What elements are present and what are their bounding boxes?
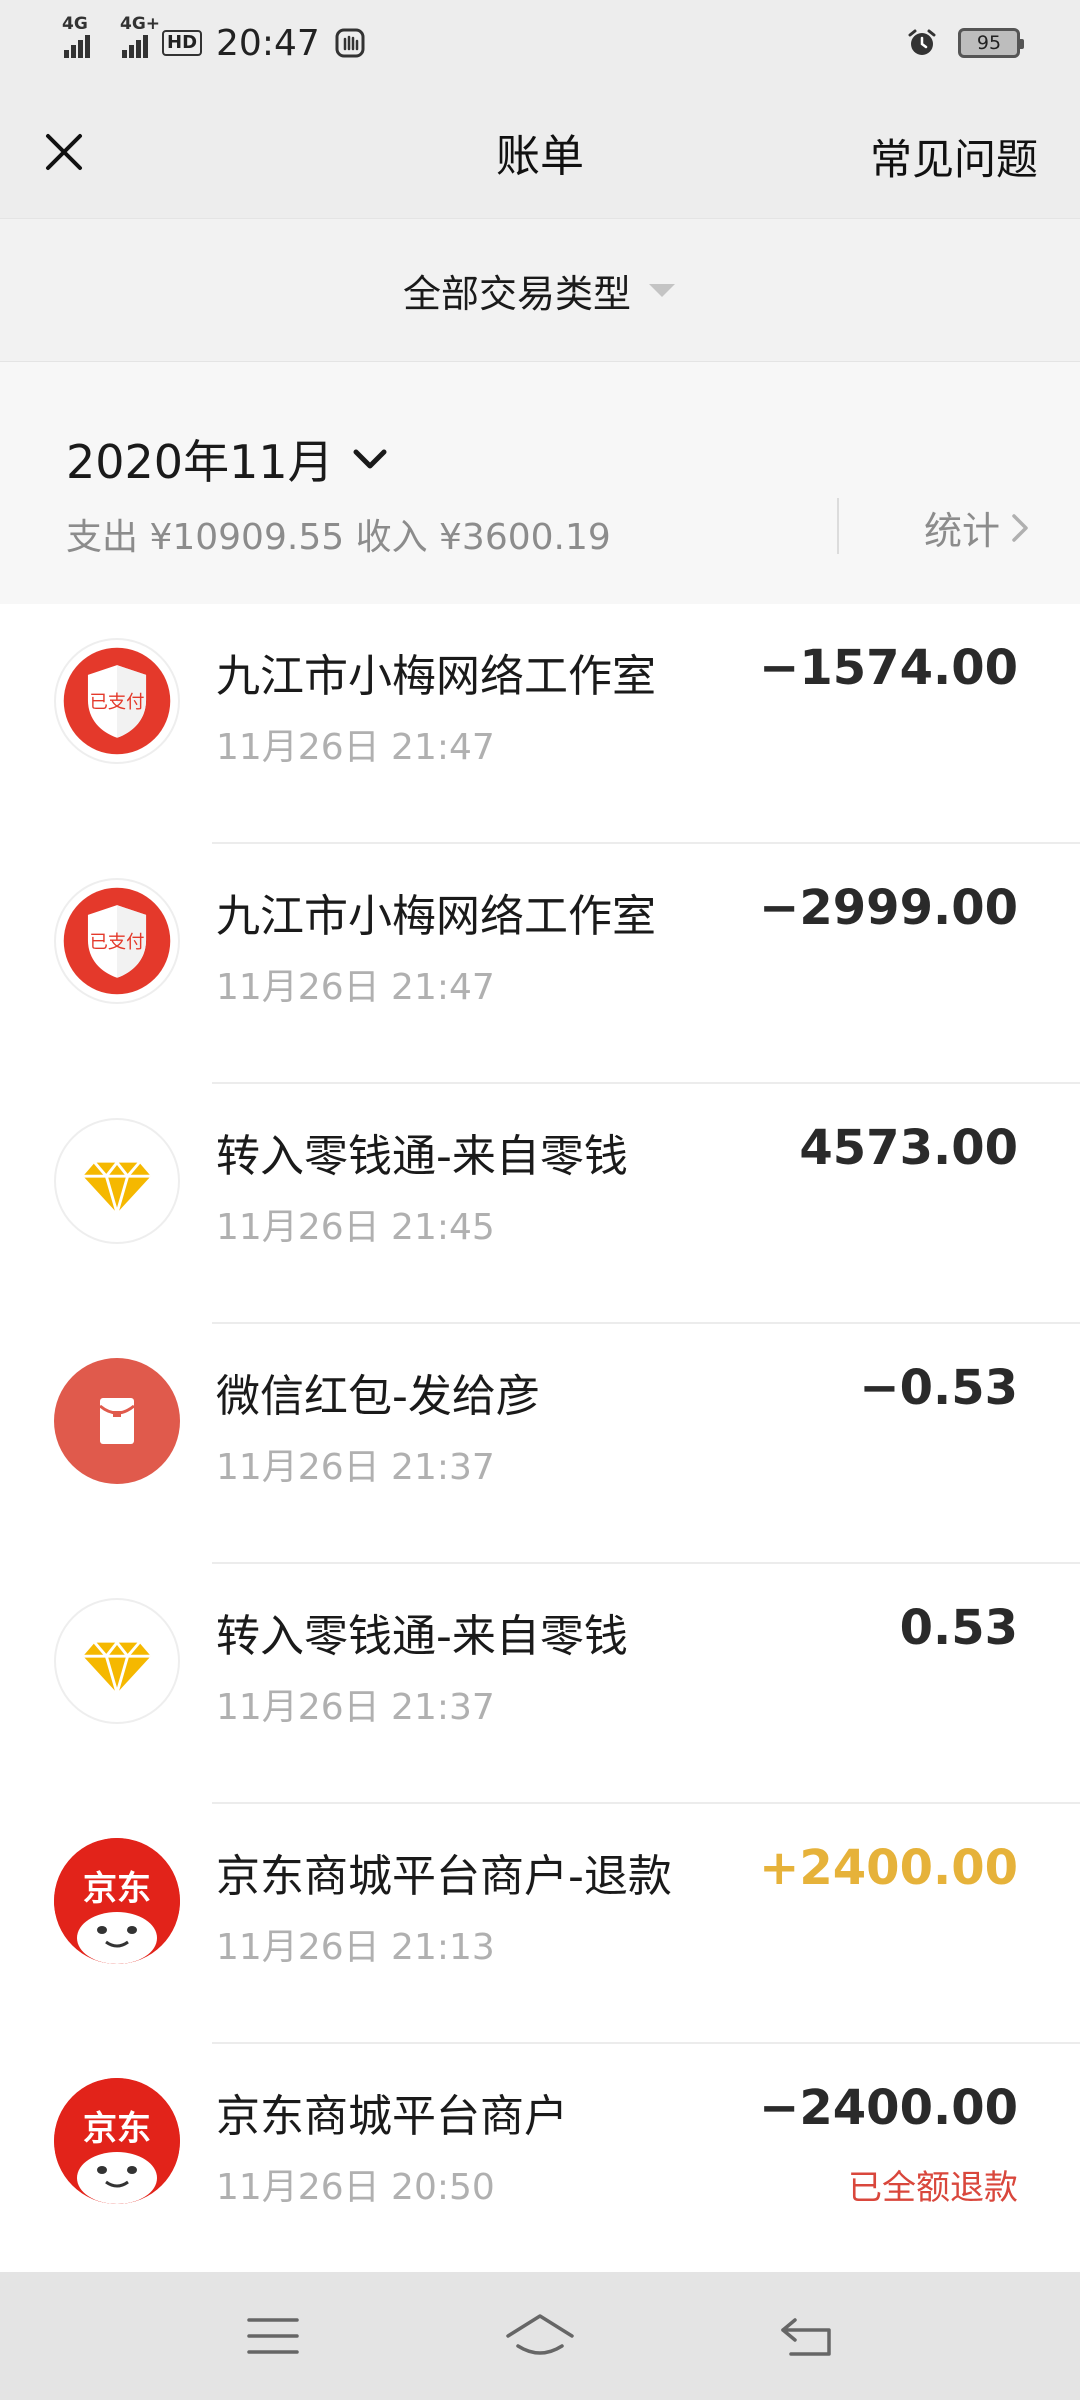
menu-button[interactable] — [223, 2296, 323, 2376]
back-button[interactable] — [757, 2296, 857, 2376]
status-time: 20:47 — [216, 22, 320, 64]
page-title: 账单 — [496, 131, 584, 182]
close-icon — [46, 134, 82, 170]
transaction-amount: +2400.00 — [759, 1840, 1018, 1896]
transaction-time: 11月26日 21:45 — [216, 1207, 495, 1248]
month-selector[interactable]: 2020年11月 — [66, 426, 388, 492]
system-nav-bar — [0, 2272, 1080, 2400]
transaction-title: 转入零钱通-来自零钱 — [216, 1131, 628, 1182]
statistics-label: 统计 — [923, 509, 1000, 553]
transaction-amount: −1574.00 — [759, 640, 1018, 696]
transaction-amount: 4573.00 — [799, 1120, 1018, 1176]
transaction-row[interactable]: 转入零钱通-来自零钱 11月26日 21:37 0.53 — [0, 1564, 1080, 1804]
filter-label: 全部交易类型 — [402, 271, 631, 316]
jd-logo-icon: 京东 — [54, 2078, 180, 2204]
transaction-time: 11月26日 21:13 — [216, 1927, 495, 1968]
transaction-time: 11月26日 21:47 — [216, 967, 495, 1008]
signal-label-2: 4G+ — [120, 14, 161, 34]
chevron-right-icon — [1012, 513, 1028, 542]
transaction-title: 微信红包-发给彦 — [216, 1371, 540, 1422]
paid-stamp-text: 已支付 — [89, 932, 144, 953]
refund-status: 已全额退款 — [848, 2168, 1018, 2208]
filter-inner: 全部交易类型 — [403, 263, 677, 318]
transaction-title: 京东商城平台商户 — [216, 2091, 568, 2142]
signal-icon-2: 4G+ — [120, 14, 160, 58]
transaction-row[interactable]: 转入零钱通-来自零钱 11月26日 21:45 4573.00 — [0, 1084, 1080, 1324]
hand-gesture-icon — [335, 28, 365, 58]
diamond-icon — [54, 1118, 180, 1244]
status-bar: 4G 4G+ HD 20:47 95 — [0, 0, 1080, 86]
transaction-title: 九江市小梅网络工作室 — [216, 891, 656, 942]
transaction-type-filter[interactable]: 全部交易类型 — [0, 218, 1080, 362]
signal-icon: 4G — [62, 14, 90, 58]
transaction-time: 11月26日 21:37 — [216, 1447, 495, 1488]
signal-label: 4G — [62, 14, 88, 34]
transaction-list: 已支付 九江市小梅网络工作室 11月26日 21:47 −1574.00 已支付… — [0, 604, 1080, 2284]
status-left: 4G 4G+ HD 20:47 — [62, 14, 366, 64]
transaction-row[interactable]: 京东 京东商城平台商户-退款 11月26日 21:13 +2400.00 — [0, 1804, 1080, 2044]
diamond-icon — [54, 1598, 180, 1724]
expense-income-summary: 支出 ¥10909.55 收入 ¥3600.19 — [66, 517, 611, 558]
month-summary: 2020年11月 支出 ¥10909.55 收入 ¥3600.19 统计 — [0, 362, 1080, 604]
triangle-down-icon — [649, 284, 675, 297]
month-label: 2020年11月 — [66, 435, 334, 489]
transaction-amount: 0.53 — [899, 1600, 1018, 1656]
jd-logo-text: 京东 — [83, 2109, 151, 2149]
status-right: 95 — [906, 27, 1024, 59]
paid-stamp-text: 已支付 — [89, 692, 144, 713]
jd-logo-icon: 京东 — [54, 1838, 180, 1964]
faq-link[interactable]: 常见问题 — [870, 126, 1038, 187]
top-nav-bar: 账单 常见问题 — [0, 86, 1080, 218]
transaction-amount: −2400.00 — [759, 2080, 1018, 2136]
transaction-title: 转入零钱通-来自零钱 — [216, 1611, 628, 1662]
hd-voice-icon: HD — [162, 30, 203, 56]
home-icon — [506, 2314, 574, 2355]
transaction-time: 11月26日 20:50 — [216, 2167, 495, 2208]
transaction-row[interactable]: 京东 京东商城平台商户 11月26日 20:50 −2400.00 已全额退款 — [0, 2044, 1080, 2284]
transaction-row[interactable]: 微信红包-发给彦 11月26日 21:37 −0.53 — [0, 1324, 1080, 1564]
transaction-amount: −2999.00 — [759, 880, 1018, 936]
battery-level: 95 — [976, 32, 1002, 54]
alarm-icon — [908, 29, 936, 55]
paid-shield-icon: 已支付 — [54, 878, 180, 1004]
chevron-down-icon — [353, 449, 387, 469]
menu-icon — [247, 2318, 300, 2354]
paid-shield-icon: 已支付 — [54, 638, 180, 764]
vertical-divider — [837, 498, 839, 554]
transaction-title: 京东商城平台商户-退款 — [216, 1851, 672, 1902]
transaction-amount: −0.53 — [859, 1360, 1018, 1416]
transaction-time: 11月26日 21:37 — [216, 1687, 495, 1728]
transaction-time: 11月26日 21:47 — [216, 727, 495, 768]
back-icon — [780, 2318, 831, 2356]
transaction-row[interactable]: 已支付 九江市小梅网络工作室 11月26日 21:47 −1574.00 — [0, 604, 1080, 844]
bill-page: 4G 4G+ HD 20:47 95 账单 常见问题 全部交易类型 2020年1… — [0, 0, 1080, 2400]
transaction-row[interactable]: 已支付 九江市小梅网络工作室 11月26日 21:47 −2999.00 — [0, 844, 1080, 1084]
statistics-button[interactable]: 统计 — [924, 500, 1030, 555]
close-button[interactable] — [26, 114, 102, 190]
home-button[interactable] — [490, 2296, 590, 2376]
jd-logo-text: 京东 — [83, 1869, 151, 1909]
battery-icon: 95 — [958, 28, 1024, 58]
transaction-title: 九江市小梅网络工作室 — [216, 651, 656, 702]
red-packet-icon — [54, 1358, 180, 1484]
